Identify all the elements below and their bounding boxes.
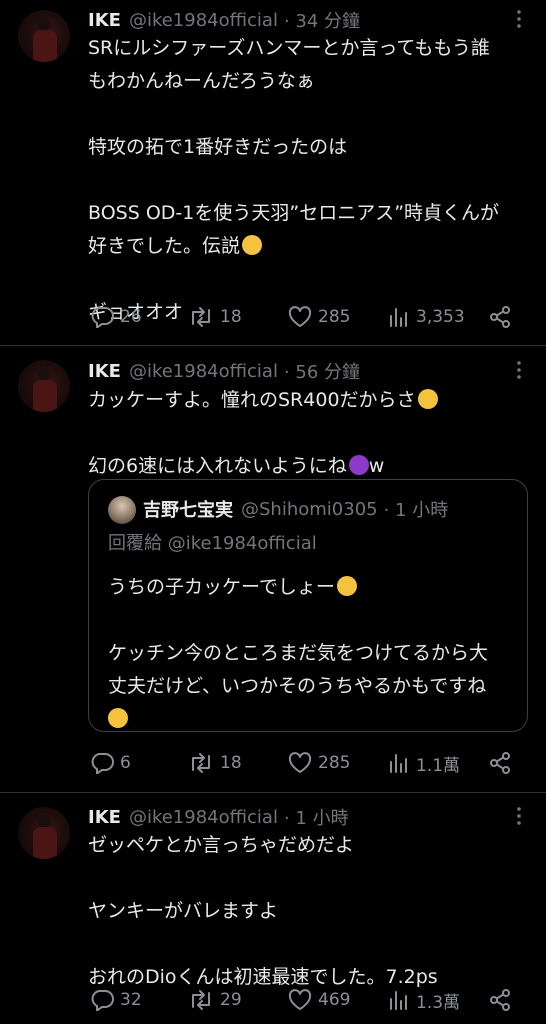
handle[interactable]: @Shihomi0305 xyxy=(241,499,378,520)
repost-icon xyxy=(192,990,210,1010)
share-icon xyxy=(490,306,510,328)
views-icon xyxy=(390,991,407,1010)
post-text: カッケーすよ。憧れのSR400だからさ 幻の6速には入れないようにね w xyxy=(88,384,528,483)
reply-count: 26 xyxy=(120,307,142,327)
post-header: IKE @ike1984official · 56 分鐘 xyxy=(88,358,360,384)
share-button[interactable] xyxy=(488,749,518,777)
timestamp[interactable]: · 1 小時 xyxy=(284,804,349,830)
reply-button[interactable]: 6 xyxy=(90,749,131,777)
action-bar: 32 29 469 1.3萬 xyxy=(90,986,520,1014)
like-count: 285 xyxy=(318,753,351,773)
more-options-icon[interactable] xyxy=(509,358,529,382)
share-icon xyxy=(490,989,510,1011)
post-line: SRにルシファーズハンマーとか言ってももう誰 xyxy=(88,37,490,59)
share-icon xyxy=(490,752,510,774)
heart-icon xyxy=(288,989,312,1010)
post-line: うちの子カッケーでしょー xyxy=(108,571,518,604)
heart-icon xyxy=(288,306,312,327)
repost-icon xyxy=(192,307,210,327)
handle[interactable]: @ike1984official xyxy=(129,361,278,382)
post-line: 好きでした。伝説 xyxy=(88,230,528,263)
action-bar: 6 18 285 1.1萬 xyxy=(90,749,520,777)
views-icon xyxy=(390,308,407,327)
repost-icon xyxy=(192,753,210,773)
quoted-post-header: 吉野七宝実 @Shihomi0305 · 1 小時 xyxy=(143,495,448,523)
yum-emoji xyxy=(336,576,357,596)
avatar[interactable] xyxy=(108,496,136,524)
like-count: 285 xyxy=(318,307,351,327)
heart-icon xyxy=(288,752,312,773)
quoted-post-text: うちの子カッケーでしょー ケッチン今のところまだ気をつけてるから大 丈夫だけど、… xyxy=(108,571,518,736)
repost-button[interactable]: 18 xyxy=(188,749,242,777)
laughing-emoji xyxy=(108,708,128,728)
reply-button[interactable]: 32 xyxy=(90,986,142,1014)
display-name[interactable]: IKE xyxy=(88,10,121,31)
post-3[interactable]: IKE @ike1984official · 1 小時 ゼッペケとか言っちゃだめ… xyxy=(0,793,546,1024)
display-name[interactable]: IKE xyxy=(88,361,121,382)
post-line-suffix: w xyxy=(368,455,385,477)
views-button[interactable]: 1.1萬 xyxy=(388,749,460,777)
tongue-emoji xyxy=(242,235,263,255)
like-button[interactable]: 285 xyxy=(288,303,350,331)
views-button[interactable]: 1.3萬 xyxy=(388,986,460,1014)
post-line: ヤンキーがバレますよ xyxy=(88,900,279,922)
share-button[interactable] xyxy=(488,986,518,1014)
timestamp[interactable]: · 34 分鐘 xyxy=(284,7,360,33)
quoted-post[interactable]: 吉野七宝実 @Shihomi0305 · 1 小時 回覆給 @ike1984of… xyxy=(88,479,528,732)
reply-icon xyxy=(91,753,114,774)
views-icon xyxy=(390,754,407,773)
post-line: ケッチン今のところまだ気をつけてるから大 xyxy=(108,642,489,664)
post-header: IKE @ike1984official · 1 小時 xyxy=(88,804,349,830)
devil-emoji xyxy=(348,455,369,475)
more-options-icon[interactable] xyxy=(509,7,529,31)
timestamp[interactable]: · 56 分鐘 xyxy=(284,358,360,384)
display-name[interactable]: IKE xyxy=(88,807,121,828)
reply-button[interactable]: 26 xyxy=(90,303,142,331)
reply-icon xyxy=(91,307,114,328)
reply-count: 32 xyxy=(120,990,142,1010)
post-line: もわかんねーんだろうなぁ xyxy=(88,70,315,92)
display-name[interactable]: 吉野七宝実 xyxy=(143,496,233,522)
like-button[interactable]: 469 xyxy=(288,986,350,1014)
share-button[interactable] xyxy=(488,303,518,331)
reply-icon xyxy=(91,990,114,1011)
post-line: 特攻の拓で1番好きだったのは xyxy=(88,136,348,158)
view-count: 3,353 xyxy=(416,307,465,327)
repost-button[interactable]: 29 xyxy=(188,986,242,1014)
avatar[interactable] xyxy=(18,360,70,412)
post-line-text: 好きでした。伝説 xyxy=(88,235,241,257)
post-text: ゼッペケとか言っちゃだめだよ ヤンキーがバレますよ おれのDioくんは初速最速で… xyxy=(88,829,528,994)
timestamp[interactable]: · 1 小時 xyxy=(384,496,449,522)
repost-count: 18 xyxy=(220,753,242,773)
sunglasses-emoji xyxy=(417,389,438,409)
view-count: 1.3萬 xyxy=(416,992,461,1013)
post-line-text: カッケーすよ。憧れのSR400だからさ xyxy=(88,389,416,411)
post-text: SRにルシファーズハンマーとか言ってももう誰 もわかんねーんだろうなぁ 特攻の拓… xyxy=(88,32,528,329)
repost-count: 18 xyxy=(220,307,242,327)
handle[interactable]: @ike1984official xyxy=(129,10,278,31)
post-line: BOSS OD-1を使う天羽”セロニアス”時貞くんが xyxy=(88,202,500,224)
like-button[interactable]: 285 xyxy=(288,749,350,777)
post-1[interactable]: IKE @ike1984official · 34 分鐘 SRにルシファーズハン… xyxy=(0,0,546,345)
view-count: 1.1萬 xyxy=(416,755,461,776)
post-line: 丈夫だけど、いつかそのうちやるかもですね xyxy=(108,675,487,697)
avatar[interactable] xyxy=(18,807,70,859)
post-line-text: うちの子カッケーでしょー xyxy=(108,576,335,598)
repost-button[interactable]: 18 xyxy=(188,303,242,331)
views-button[interactable]: 3,353 xyxy=(388,303,465,331)
repost-count: 29 xyxy=(220,990,242,1010)
action-bar: 26 18 285 3,353 xyxy=(90,303,520,331)
handle[interactable]: @ike1984official xyxy=(129,807,278,828)
post-line xyxy=(108,703,518,736)
more-options-icon[interactable] xyxy=(509,804,529,828)
reply-count: 6 xyxy=(120,753,131,773)
reply-to-label[interactable]: 回覆給 @ike1984official xyxy=(108,529,317,555)
post-line: カッケーすよ。憧れのSR400だからさ xyxy=(88,384,528,417)
like-count: 469 xyxy=(318,990,351,1010)
post-line: ゼッペケとか言っちゃだめだよ xyxy=(88,834,355,856)
avatar[interactable] xyxy=(18,10,70,62)
post-line-text: 幻の6速には入れないようにね xyxy=(88,455,347,477)
post-header: IKE @ike1984official · 34 分鐘 xyxy=(88,7,360,33)
